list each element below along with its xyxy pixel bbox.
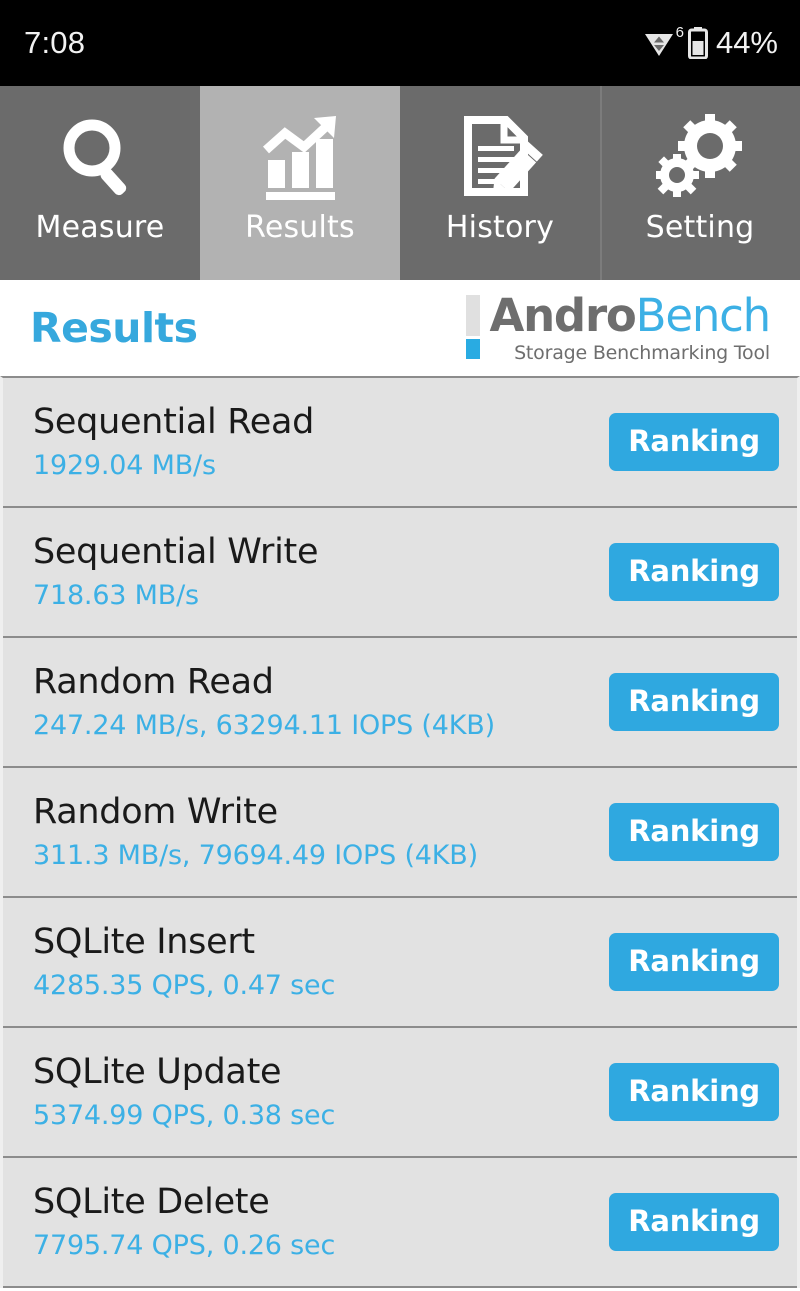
result-text-group: Random Read 247.24 MB/s, 63294.11 IOPS (…	[33, 662, 495, 741]
table-row[interactable]: Sequential Write 718.63 MB/s Ranking	[3, 508, 797, 638]
logo-text-block: AndroBench Storage Benchmarking Tool	[489, 291, 771, 365]
result-value: 311.3 MB/s, 79694.49 IOPS (4KB)	[33, 839, 478, 871]
result-name: SQLite Update	[33, 1052, 282, 1093]
page-header: Results AndroBench Storage Benchmarking …	[0, 280, 800, 376]
tab-setting[interactable]: Setting	[600, 86, 800, 280]
battery-percentage-label: 44%	[715, 24, 778, 60]
wifi-generation-label: 6	[675, 24, 684, 41]
battery-icon	[687, 27, 708, 60]
tab-history-label: History	[445, 210, 555, 245]
result-text-group: SQLite Insert 4285.35 QPS, 0.47 sec	[33, 922, 336, 1001]
table-row[interactable]: Random Read 247.24 MB/s, 63294.11 IOPS (…	[3, 638, 797, 768]
bar-chart-trend-icon	[254, 110, 346, 206]
status-bar-indicators: 6 44%	[641, 24, 778, 60]
page-title: Results	[30, 304, 198, 352]
result-text-group: SQLite Delete 7795.74 QPS, 0.26 sec	[33, 1182, 336, 1261]
tab-measure-label: Measure	[35, 210, 165, 245]
table-row[interactable]: Sequential Read 1929.04 MB/s Ranking	[3, 378, 797, 508]
result-value: 4285.35 QPS, 0.47 sec	[33, 969, 336, 1001]
benchmark-results-list: Sequential Read 1929.04 MB/s Ranking Seq…	[0, 376, 800, 1288]
logo-wordmark-andro: Andro	[489, 288, 636, 342]
result-name: Sequential Write	[33, 532, 319, 573]
ranking-button[interactable]: Ranking	[609, 1193, 779, 1251]
table-row[interactable]: SQLite Insert 4285.35 QPS, 0.47 sec Rank…	[3, 898, 797, 1028]
android-status-bar: 7:08 6 44%	[0, 0, 800, 86]
result-name: SQLite Delete	[33, 1182, 270, 1223]
main-tab-bar: Measure Results History Setting	[0, 86, 800, 280]
wifi-data-transfer-icon: 6	[641, 24, 684, 60]
result-text-group: Sequential Read 1929.04 MB/s	[33, 402, 315, 481]
logo-wordmark-bench: Bench	[635, 288, 772, 342]
logo-tagline: Storage Benchmarking Tool	[514, 341, 770, 364]
logo-bar-gray	[466, 295, 481, 337]
androbench-logo: AndroBench Storage Benchmarking Tool	[466, 291, 771, 365]
result-value: 718.63 MB/s	[33, 579, 199, 611]
ranking-button[interactable]: Ranking	[609, 543, 779, 601]
result-text-group: SQLite Update 5374.99 QPS, 0.38 sec	[33, 1052, 336, 1131]
gears-icon	[654, 110, 746, 206]
table-row[interactable]: Random Write 311.3 MB/s, 79694.49 IOPS (…	[3, 768, 797, 898]
result-value: 1929.04 MB/s	[33, 449, 216, 481]
tab-history[interactable]: History	[400, 86, 600, 280]
tab-setting-label: Setting	[645, 210, 755, 245]
status-bar-clock: 7:08	[24, 24, 86, 60]
result-text-group: Sequential Write 718.63 MB/s	[33, 532, 319, 611]
ranking-button[interactable]: Ranking	[609, 673, 779, 731]
logo-wordmark: AndroBench	[489, 293, 771, 338]
table-row[interactable]: SQLite Delete 7795.74 QPS, 0.26 sec Rank…	[3, 1158, 797, 1288]
result-value: 5374.99 QPS, 0.38 sec	[33, 1099, 336, 1131]
result-name: Random Write	[33, 792, 278, 833]
tab-results-label: Results	[245, 210, 355, 245]
result-name: SQLite Insert	[33, 922, 255, 963]
androbench-app-screen: 7:08 6 44% Measure Results History Setti…	[0, 0, 800, 1291]
result-value: 247.24 MB/s, 63294.11 IOPS (4KB)	[33, 709, 495, 741]
ranking-button[interactable]: Ranking	[609, 1063, 779, 1121]
ranking-button[interactable]: Ranking	[609, 413, 779, 471]
ranking-button[interactable]: Ranking	[609, 933, 779, 991]
ranking-button[interactable]: Ranking	[609, 803, 779, 861]
document-pencil-icon	[454, 110, 546, 206]
tab-measure[interactable]: Measure	[0, 86, 200, 280]
result-value: 7795.74 QPS, 0.26 sec	[33, 1229, 336, 1261]
logo-bar-blue	[466, 339, 481, 359]
result-text-group: Random Write 311.3 MB/s, 79694.49 IOPS (…	[33, 792, 478, 871]
result-name: Random Read	[33, 662, 274, 703]
result-name: Sequential Read	[33, 402, 315, 443]
tab-results[interactable]: Results	[200, 86, 400, 280]
logo-accent-bars	[466, 291, 481, 365]
magnifier-icon	[54, 110, 146, 206]
table-row[interactable]: SQLite Update 5374.99 QPS, 0.38 sec Rank…	[3, 1028, 797, 1158]
